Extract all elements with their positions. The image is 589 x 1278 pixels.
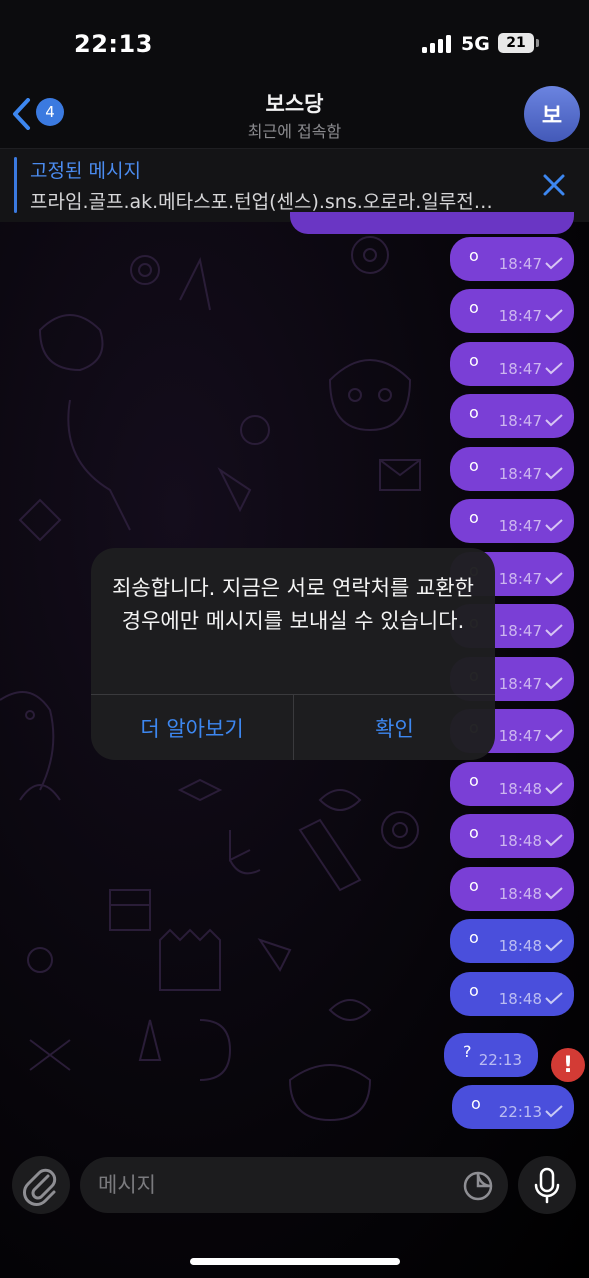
- checkmark-icon: [545, 519, 563, 532]
- microphone-icon: [534, 1167, 560, 1204]
- message-time: 18:48: [498, 937, 542, 955]
- message-time: 18:47: [498, 307, 542, 325]
- alert-message: 죄송합니다. 지금은 서로 연락처를 교환한 경우에만 메시지를 보내실 수 있…: [112, 576, 474, 633]
- avatar[interactable]: 보: [524, 86, 580, 142]
- message-bubble[interactable]: o 18:47: [450, 499, 574, 543]
- checkmark-icon: [545, 992, 563, 1005]
- message-text: o: [471, 1094, 481, 1113]
- checkmark-icon: [545, 729, 563, 742]
- status-bar: 22:13 5G 21: [0, 0, 589, 80]
- message-time: 18:48: [498, 990, 542, 1008]
- message-text: o: [469, 508, 479, 527]
- message-bubble[interactable]: o 18:47: [450, 342, 574, 386]
- checkmark-icon: [545, 834, 563, 847]
- message-bubble[interactable]: o 18:48: [450, 762, 574, 806]
- attach-button[interactable]: [12, 1156, 70, 1214]
- pinned-title: 고정된 메시지: [30, 160, 141, 182]
- checkmark-icon: [545, 1105, 563, 1118]
- learn-more-button[interactable]: 더 알아보기: [91, 695, 293, 760]
- alert-dialog: 죄송합니다. 지금은 서로 연락처를 교환한 경우에만 메시지를 보내실 수 있…: [91, 548, 495, 760]
- message-bubble[interactable]: o 18:47: [450, 447, 574, 491]
- message-time: 18:48: [498, 780, 542, 798]
- message-bubble-partial: [290, 212, 574, 234]
- checkmark-icon: [545, 782, 563, 795]
- message-text: o: [469, 246, 479, 265]
- message-time: 18:48: [498, 885, 542, 903]
- close-icon[interactable]: [540, 171, 568, 199]
- battery-level: 21: [506, 35, 526, 51]
- message-time: 18:47: [498, 570, 542, 588]
- message-text: o: [469, 456, 479, 475]
- message-bubble[interactable]: o 18:48: [450, 814, 574, 858]
- checkmark-icon: [545, 467, 563, 480]
- send-error-icon[interactable]: !: [551, 1048, 585, 1082]
- status-time: 22:13: [74, 30, 153, 58]
- pinned-indicator: [14, 157, 17, 213]
- message-text: o: [469, 771, 479, 790]
- message-text: o: [469, 403, 479, 422]
- message-bubble[interactable]: o 18:48: [450, 867, 574, 911]
- message-text: ?: [463, 1042, 472, 1061]
- checkmark-icon: [545, 887, 563, 900]
- chat-status: 최근에 접속함: [247, 122, 342, 141]
- message-input[interactable]: [98, 1157, 458, 1213]
- message-time: 18:47: [498, 255, 542, 273]
- message-text: o: [469, 823, 479, 842]
- checkmark-icon: [545, 414, 563, 427]
- message-text: o: [469, 298, 479, 317]
- checkmark-icon: [545, 257, 563, 270]
- checkmark-icon: [545, 362, 563, 375]
- checkmark-icon: [545, 309, 563, 322]
- pinned-text: 프라임.골프.ak.메타스포.턴업(센스).sns.오로라.일루전…: [30, 191, 493, 213]
- battery-tip: [536, 39, 539, 47]
- message-time: 18:47: [498, 412, 542, 430]
- chat-header: 4 보스당 최근에 접속함 보: [0, 80, 589, 148]
- home-indicator[interactable]: [190, 1258, 400, 1265]
- message-time: 18:47: [498, 622, 542, 640]
- message-text: o: [469, 876, 479, 895]
- signal-icon: [422, 35, 452, 53]
- voice-button[interactable]: [518, 1156, 576, 1214]
- message-bubble[interactable]: o 18:48: [450, 972, 574, 1016]
- message-time: 18:47: [498, 517, 542, 535]
- message-bubble[interactable]: o 22:13: [452, 1085, 574, 1129]
- message-text: o: [469, 928, 479, 947]
- message-time: 18:47: [498, 360, 542, 378]
- message-time: 18:47: [498, 465, 542, 483]
- checkmark-icon: [545, 572, 563, 585]
- message-bubble[interactable]: o 18:47: [450, 394, 574, 438]
- message-text: o: [469, 981, 479, 1000]
- message-time: 22:13: [478, 1051, 522, 1069]
- message-text: o: [469, 351, 479, 370]
- checkmark-icon: [545, 624, 563, 637]
- message-time: 22:13: [498, 1103, 542, 1121]
- message-bubble[interactable]: o 18:47: [450, 237, 574, 281]
- message-bubble[interactable]: o 18:47: [450, 289, 574, 333]
- message-input-container[interactable]: [80, 1157, 508, 1213]
- checkmark-icon: [545, 939, 563, 952]
- sticker-icon[interactable]: [462, 1170, 494, 1202]
- chat-title[interactable]: 보스당: [0, 88, 589, 118]
- pinned-message-bar[interactable]: 고정된 메시지 프라임.골프.ak.메타스포.턴업(센스).sns.오로라.일루…: [0, 148, 589, 222]
- network-label: 5G: [461, 33, 490, 55]
- ok-button[interactable]: 확인: [294, 695, 495, 760]
- message-bubble[interactable]: o 18:48: [450, 919, 574, 963]
- message-time: 18:47: [498, 675, 542, 693]
- message-time: 18:48: [498, 832, 542, 850]
- message-time: 18:47: [498, 727, 542, 745]
- paperclip-icon: [23, 1168, 57, 1206]
- checkmark-icon: [545, 677, 563, 690]
- message-bubble[interactable]: ? 22:13: [444, 1033, 538, 1077]
- battery-icon: 21: [498, 33, 534, 53]
